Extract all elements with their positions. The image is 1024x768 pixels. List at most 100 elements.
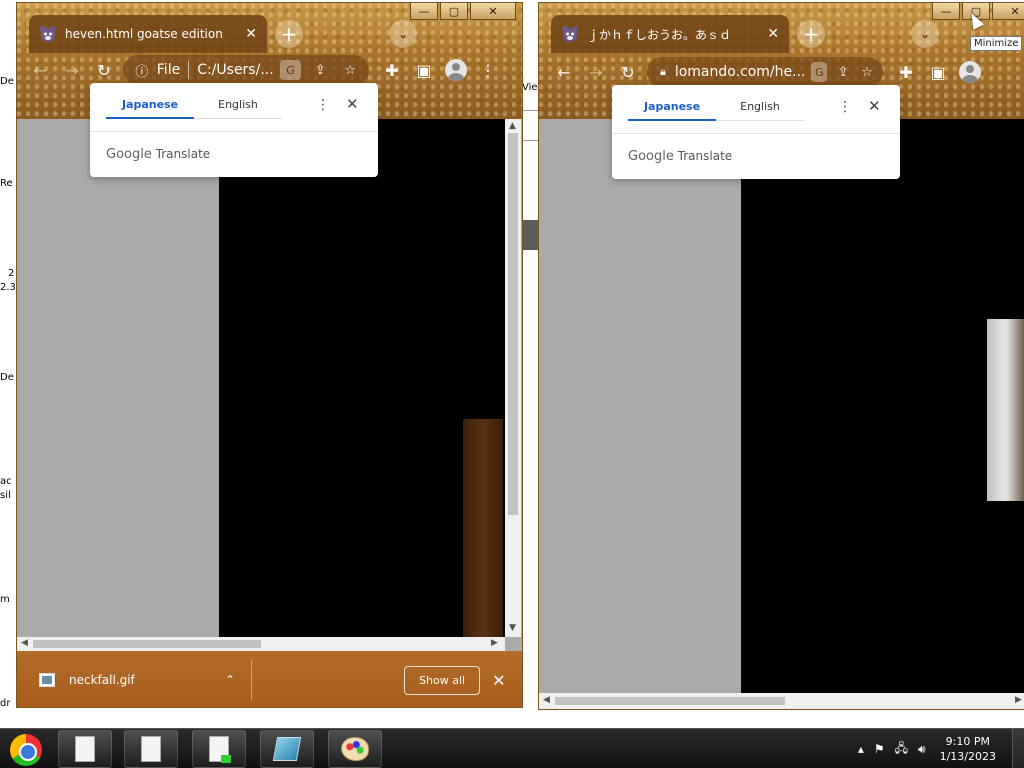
profile-avatar[interactable] [959,61,981,83]
scrollbar-thumb[interactable] [508,133,518,515]
forward-button[interactable]: → [583,59,609,85]
desktop-fragment: 2 [8,268,15,279]
tab-close-icon[interactable]: ✕ [245,26,257,42]
tab-title: ｊかｈｆしおうお。あｓｄ [587,27,732,42]
browser-menu-icon[interactable]: ⋮ [475,57,501,83]
lock-icon[interactable]: 🔒︎ [655,62,671,82]
tab-search-button[interactable]: ⌄ [911,20,939,48]
flag-icon[interactable]: ⚑ [874,742,885,756]
translate-tab-japanese[interactable]: Japanese [628,93,716,121]
page-image-fragment [463,419,503,637]
desktop-fragment: 2.3 [0,282,16,293]
desktop-fragment: sil [0,490,11,501]
volume-icon[interactable]: 🔊︎ [918,742,926,757]
download-filename[interactable]: neckfall.gif [69,673,219,687]
taskbar-item-paint[interactable] [328,730,382,768]
address-scheme: File [156,62,181,78]
show-hidden-icons-icon[interactable]: ▴ [858,742,864,756]
new-tab-button[interactable]: + [797,20,825,48]
translate-options-icon[interactable]: ⋮ [316,97,330,113]
divider [188,61,190,79]
browser-window-left: — ▢ ✕ heven.html goatse edition ✕ + ⌄ ← … [16,2,523,708]
translate-tab-japanese[interactable]: Japanese [106,91,194,119]
browser-tab[interactable]: ｊかｈｆしおうお。あｓｄ ✕ [551,15,789,53]
translate-close-icon[interactable]: ✕ [346,95,359,113]
clock[interactable]: 9:10 PM 1/13/2023 [940,734,996,764]
taskbar-item-notebook[interactable] [260,730,314,768]
notebook-icon [272,737,302,761]
tab-close-icon[interactable]: ✕ [767,26,779,42]
close-shelf-icon[interactable]: ✕ [492,671,505,690]
google-translate-brand: Google Translate [628,149,733,164]
close-window-button[interactable]: ✕ [992,3,1024,20]
translate-icon[interactable]: G [279,60,302,80]
share-icon[interactable]: ⇪ [835,62,851,82]
forward-button[interactable]: → [59,57,85,83]
download-options-chevron-icon[interactable]: ⌃ [225,673,235,687]
back-button[interactable]: ← [551,59,577,85]
desktop-fragment: m [0,594,10,605]
download-shelf: neckfall.gif ⌃ Show all ✕ [17,651,522,707]
horizontal-scrollbar[interactable]: ◀ ▶ [17,637,505,651]
close-window-button[interactable]: ✕ [470,3,516,20]
scrollbar-thumb[interactable] [555,697,785,705]
translate-icon[interactable]: G [811,62,828,82]
minimize-button[interactable]: — [410,3,438,20]
translate-close-icon[interactable]: ✕ [868,97,881,115]
show-desktop-button[interactable] [1012,729,1024,768]
side-panel-icon[interactable]: ▣ [411,57,437,83]
divider [522,140,538,141]
bookmark-star-icon[interactable]: ☆ [859,62,875,82]
desktop-fragment: dr [0,698,11,709]
page-content: ◀ ▶ [539,119,1024,709]
minimize-button[interactable]: — [932,3,960,20]
network-icon[interactable]: 🖧︎ [895,739,908,760]
side-panel-icon[interactable]: ▣ [925,59,951,85]
taskbar-item-document-3[interactable] [192,730,246,768]
minimize-tooltip: Minimize [970,36,1023,51]
scrollbar-thumb[interactable] [33,640,261,648]
tab-search-button[interactable]: ⌄ [389,20,417,48]
reload-button[interactable]: ↻ [615,59,641,85]
translate-tab-english[interactable]: English [194,91,282,119]
tab-favicon-icon [562,26,578,42]
reload-button[interactable]: ↻ [91,57,117,83]
translate-options-icon[interactable]: ⋮ [838,99,852,115]
desktop-fragment: De [0,372,14,383]
extensions-icon[interactable]: ✚ [893,59,919,85]
page-image-fragment [987,319,1024,501]
toolbar: ← → ↻ ⓘ File C:/Users/... G ⇪ ☆ ✚ ▣ ⋮ [17,53,522,87]
address-bar[interactable]: 🔒︎ lomando.com/he... G ⇪ ☆ [647,57,883,87]
show-all-button[interactable]: Show all [404,665,481,695]
document-icon [75,736,95,762]
horizontal-scrollbar[interactable]: ◀ ▶ [539,693,1024,709]
extensions-icon[interactable]: ✚ [379,57,405,83]
new-tab-button[interactable]: + [275,20,303,48]
bookmark-star-icon[interactable]: ☆ [339,60,361,80]
background-window-strip: Vie [520,50,540,650]
taskbar-item-document-2[interactable] [124,730,178,768]
taskbar: ▴ ⚑ 🖧︎ 🔊︎ 9:10 PM 1/13/2023 [0,728,1024,768]
vertical-scrollbar[interactable]: ▲ ▼ [505,119,521,637]
start-button[interactable] [8,733,44,767]
window-controls: — ▢ ✕ [410,3,516,20]
document-icon [209,736,231,763]
back-button[interactable]: ← [27,57,53,83]
divider [522,110,538,111]
share-icon[interactable]: ⇪ [309,60,331,80]
address-bar[interactable]: ⓘ File C:/Users/... G ⇪ ☆ [123,55,369,85]
taskbar-item-document-1[interactable] [58,730,112,768]
tab-favicon-icon [40,26,56,42]
translate-tab-english[interactable]: English [716,93,804,121]
address-text: lomando.com/he... [674,64,806,80]
document-icon [141,736,161,762]
page-content: ▲ ▼ ◀ ▶ [17,119,522,651]
profile-avatar[interactable] [445,59,467,81]
divider [251,660,253,700]
browser-tab[interactable]: heven.html goatse edition ✕ [29,15,267,53]
maximize-button[interactable]: ▢ [440,3,468,20]
clock-time: 9:10 PM [945,735,990,748]
info-icon[interactable]: ⓘ [131,60,153,80]
toolbar: ← → ↻ 🔒︎ lomando.com/he... G ⇪ ☆ ✚ ▣ [539,55,1024,89]
divider [90,131,378,132]
